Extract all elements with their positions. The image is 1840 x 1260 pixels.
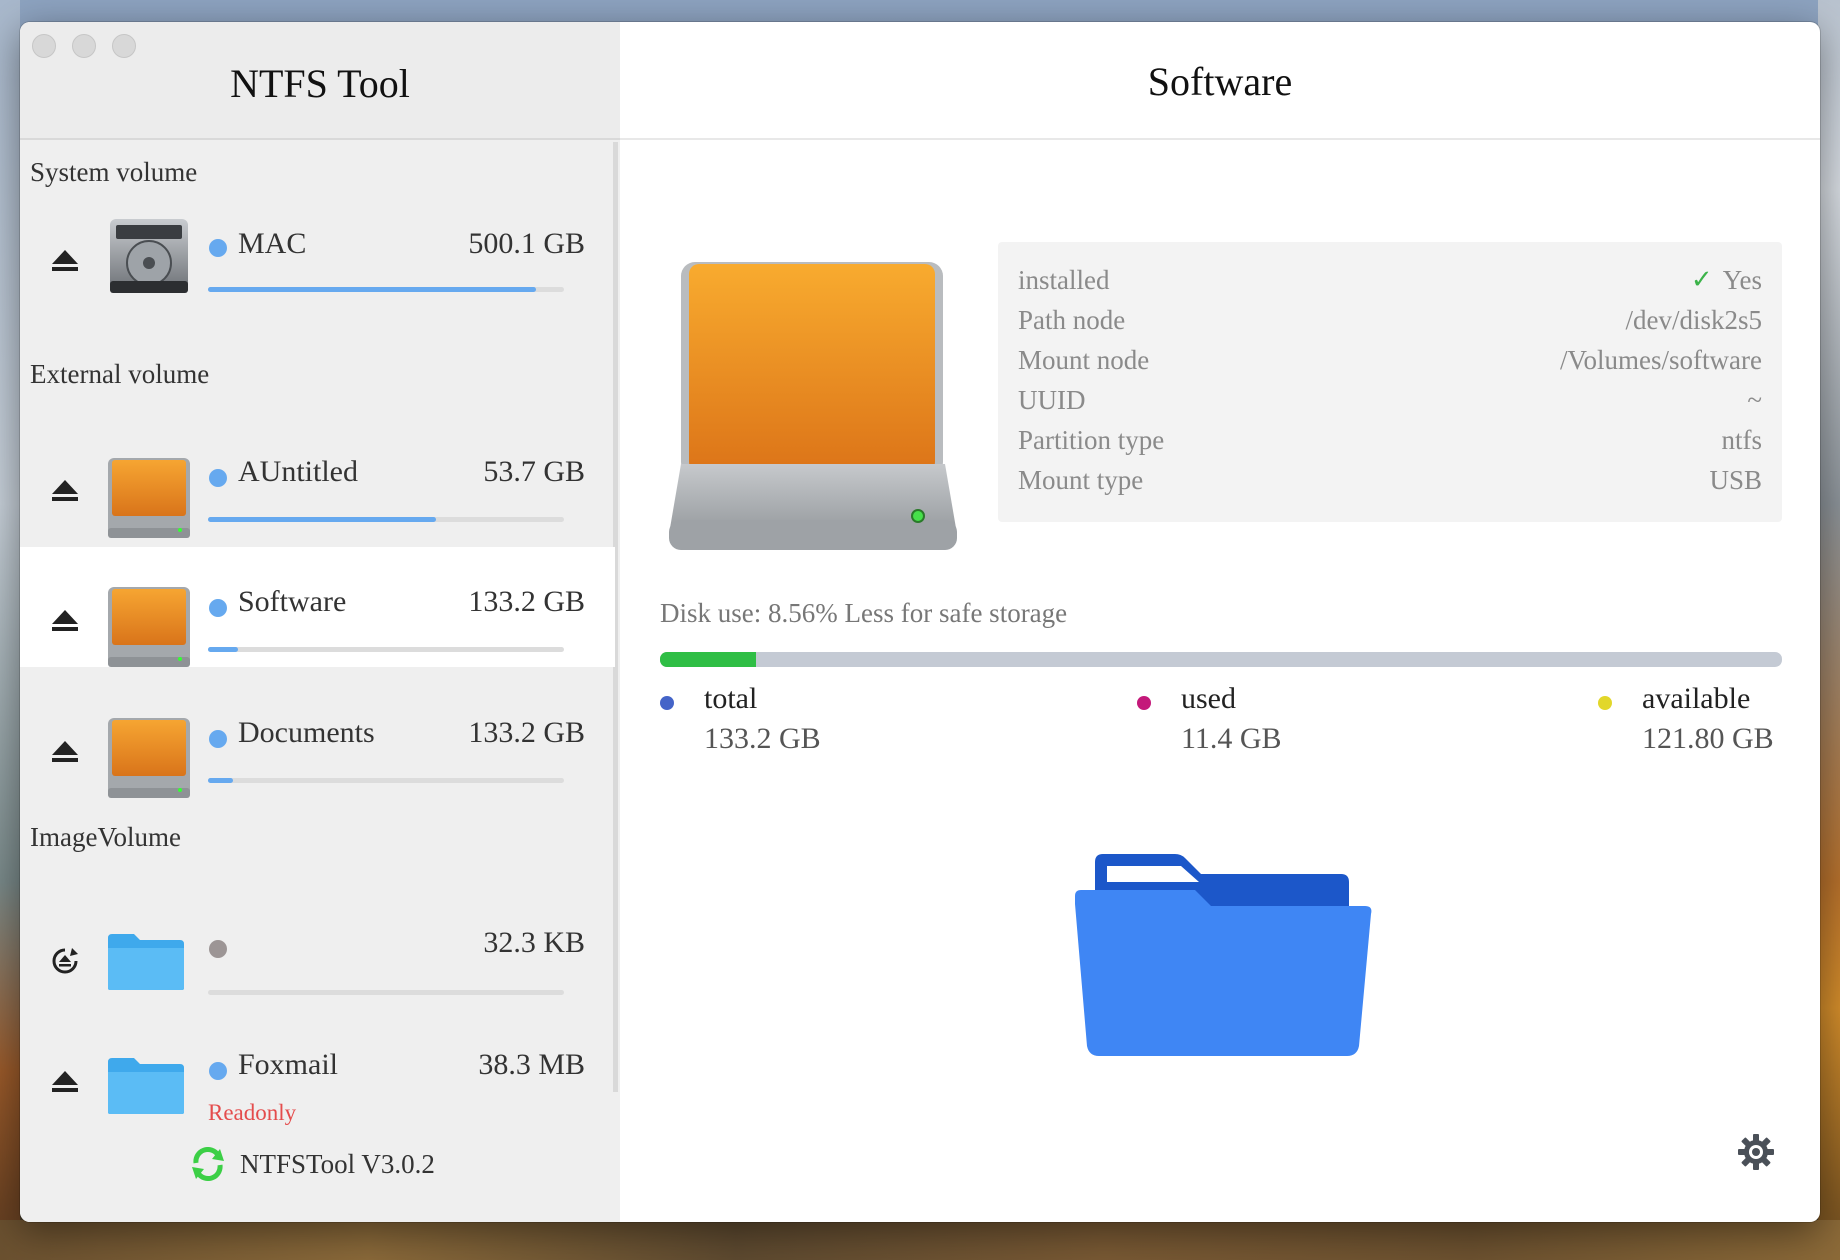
sidebar: NTFS Tool System volume MAC 500.1 GB Ext…	[20, 22, 620, 1222]
info-label: Path node	[1018, 305, 1126, 335]
info-value: ntfs	[1721, 425, 1763, 455]
app-title: NTFS Tool	[230, 61, 410, 106]
volume-status-dot	[209, 599, 227, 617]
volume-row-foxmail[interactable]: Foxmail 38.3 MB Readonly	[20, 1022, 615, 1142]
volume-usage-bar	[208, 287, 564, 292]
info-value: Yes	[1722, 265, 1762, 295]
volume-row-documents[interactable]: Documents 133.2 GB	[20, 667, 615, 798]
legend-value: 11.4 GB	[1181, 722, 1282, 755]
volume-size: 32.3 KB	[483, 926, 585, 959]
info-row-mount-node: Mount node /Volumes/software	[1018, 340, 1762, 380]
version-text: NTFSTool V3.0.2	[240, 1148, 435, 1179]
hard-disk-icon	[110, 219, 188, 293]
volume-name: AUntitled	[238, 455, 358, 488]
version-label: NTFSTool V3.0.2	[190, 1147, 435, 1181]
volume-name: Documents	[238, 716, 375, 749]
legend-value: 133.2 GB	[704, 722, 821, 755]
info-label: Mount type	[1018, 465, 1144, 495]
section-title-image: ImageVolume	[30, 822, 181, 852]
volume-usage-bar	[208, 647, 564, 652]
volume-size: 133.2 GB	[468, 716, 585, 749]
volume-row-auntitled[interactable]: AUntitled 53.7 GB	[20, 432, 615, 552]
external-drive-icon	[669, 262, 957, 550]
checkmark-icon: ✓	[1690, 265, 1713, 294]
disk-use-text: Disk use: 8.56% Less for safe storage	[660, 598, 1068, 628]
volume-status-dot	[209, 1062, 227, 1080]
eject-icon[interactable]	[50, 605, 80, 635]
external-drive-icon	[108, 458, 190, 538]
disk-usage-fill	[660, 652, 757, 667]
settings-gear-icon[interactable]	[1736, 1132, 1776, 1172]
section-title-external: External volume	[30, 359, 210, 389]
volume-status-dot	[209, 239, 227, 257]
legend-dot	[660, 696, 674, 710]
info-row-installed: installed ✓ Yes	[1018, 260, 1762, 300]
folder-icon	[108, 1058, 184, 1114]
volume-status-dot	[209, 469, 227, 487]
volume-row-mac[interactable]: MAC 500.1 GB	[20, 217, 615, 337]
info-label: UUID	[1018, 385, 1086, 415]
info-row-uuid: UUID ~	[1018, 380, 1762, 420]
eject-icon[interactable]	[50, 475, 80, 505]
legend-name: available	[1642, 682, 1751, 715]
refresh-icon[interactable]	[190, 1147, 226, 1181]
zoom-window-button[interactable]	[112, 34, 136, 58]
readonly-badge: Readonly	[208, 1100, 297, 1125]
sidebar-header: NTFS Tool	[20, 22, 620, 140]
info-value: USB	[1709, 465, 1762, 495]
volume-size: 133.2 GB	[468, 585, 585, 618]
info-label: Partition type	[1018, 425, 1165, 455]
info-value: ~	[1747, 385, 1762, 415]
external-drive-icon	[108, 587, 190, 667]
volume-size: 38.3 MB	[478, 1048, 585, 1081]
volume-status-dot	[209, 730, 227, 748]
volume-usage-bar	[208, 778, 564, 783]
detail-title: Software	[620, 22, 1820, 140]
volume-row-software[interactable]: Software 133.2 GB	[20, 547, 615, 667]
volume-size: 500.1 GB	[468, 227, 585, 260]
info-value: /Volumes/software	[1560, 345, 1762, 375]
disk-usage-bar	[660, 652, 1782, 667]
legend-dot	[1137, 696, 1151, 710]
legend-name: total	[704, 682, 758, 715]
info-row-mount-type: Mount type USB	[1018, 460, 1762, 500]
volume-usage-bar	[208, 990, 564, 995]
minimize-window-button[interactable]	[72, 34, 96, 58]
external-drive-icon	[108, 718, 190, 798]
info-row-partition-type: Partition type ntfs	[1018, 420, 1762, 460]
eject-icon[interactable]	[50, 1066, 80, 1096]
volume-name: Software	[238, 585, 347, 618]
volume-row-image-unnamed[interactable]: 32.3 KB	[20, 902, 615, 1022]
folder-icon	[108, 934, 184, 990]
volume-size: 53.7 GB	[483, 455, 585, 488]
volume-status-dot	[209, 940, 227, 958]
volume-info-panel: installed ✓ Yes Path node /dev/disk2s5 Mo…	[998, 242, 1782, 522]
eject-icon[interactable]	[50, 245, 80, 275]
legend-dot	[1598, 696, 1612, 710]
info-row-path-node: Path node /dev/disk2s5	[1018, 300, 1762, 340]
close-window-button[interactable]	[32, 34, 56, 58]
volume-name: Foxmail	[238, 1048, 339, 1081]
info-label: installed	[1018, 265, 1110, 295]
section-title-system: System volume	[30, 157, 198, 187]
legend-value: 121.80 GB	[1642, 722, 1774, 755]
remount-icon[interactable]	[50, 946, 80, 976]
open-folder-icon[interactable]	[1073, 852, 1373, 1062]
app-window: NTFS Tool System volume MAC 500.1 GB Ext…	[20, 22, 1820, 1222]
info-value: /dev/disk2s5	[1625, 305, 1762, 335]
legend-name: used	[1181, 682, 1236, 715]
info-label: Mount node	[1018, 345, 1150, 375]
volume-name: MAC	[238, 227, 307, 260]
eject-icon[interactable]	[50, 736, 80, 766]
volume-usage-bar	[208, 517, 564, 522]
